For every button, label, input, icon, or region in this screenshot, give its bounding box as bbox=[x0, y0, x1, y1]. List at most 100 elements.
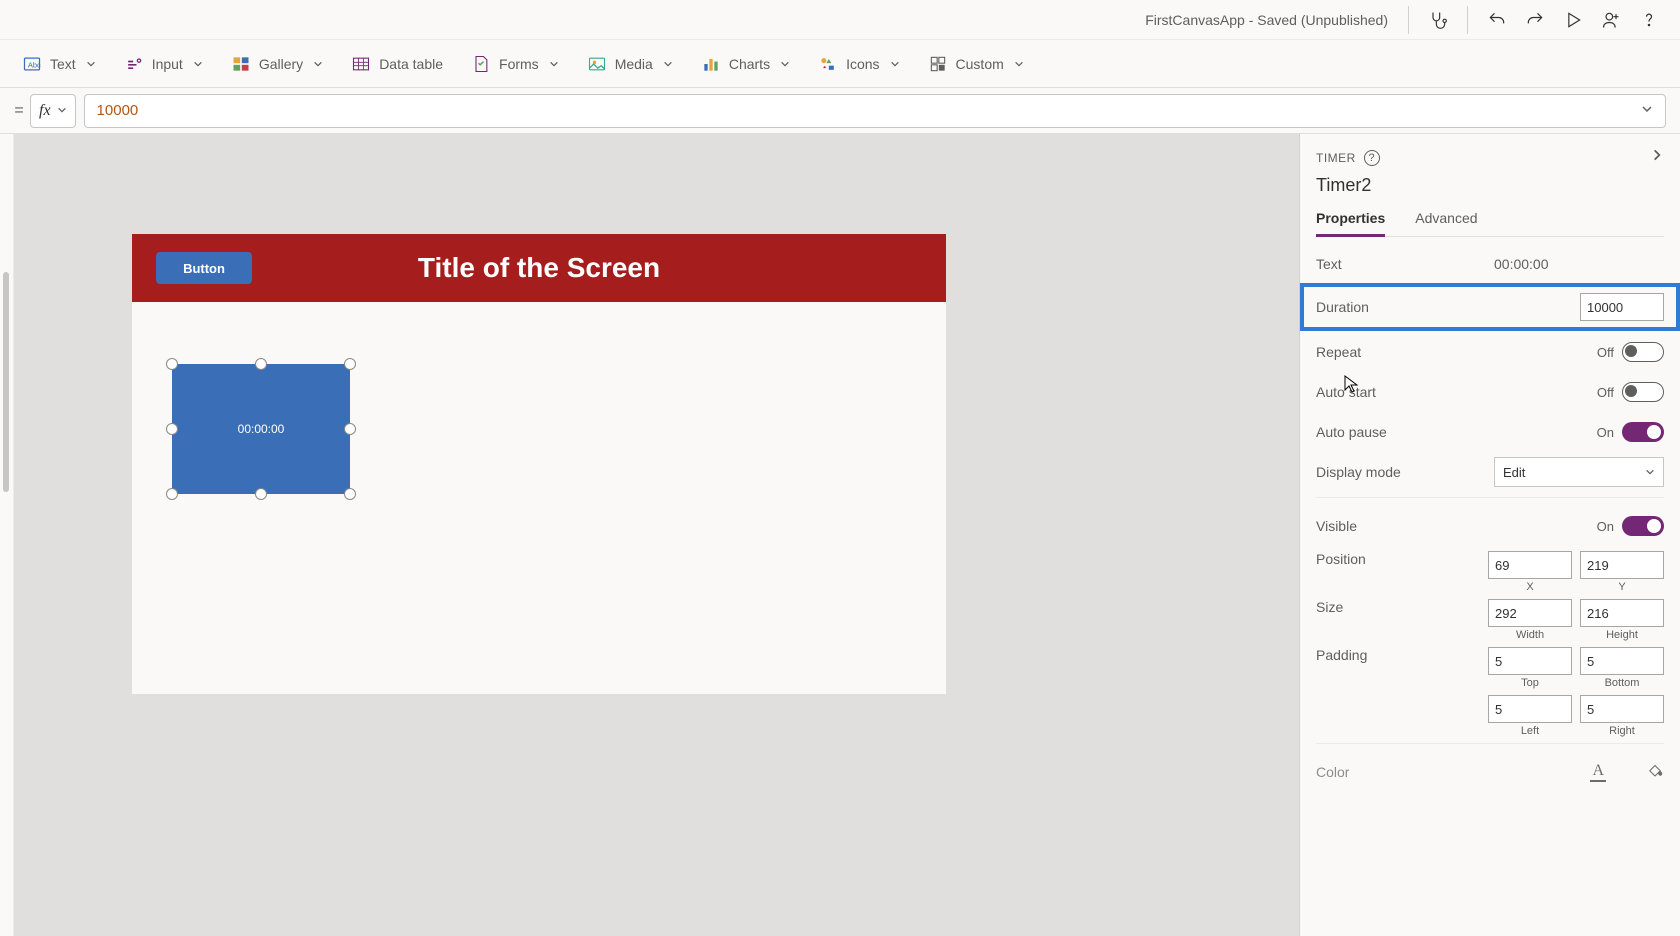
prop-visible-toggle[interactable] bbox=[1622, 516, 1664, 536]
prop-padding-label: Padding bbox=[1316, 647, 1367, 663]
chevron-down-icon[interactable] bbox=[1641, 102, 1653, 119]
ribbon-forms-label: Forms bbox=[499, 56, 539, 72]
prop-text-value[interactable]: 00:00:00 bbox=[1494, 256, 1664, 272]
chevron-down-icon bbox=[1645, 465, 1655, 480]
tab-properties[interactable]: Properties bbox=[1316, 210, 1385, 237]
resize-handle[interactable] bbox=[166, 423, 178, 435]
chevron-down-icon bbox=[193, 56, 203, 72]
timer-control-selected[interactable]: 00:00:00 bbox=[172, 364, 350, 494]
prop-size-height[interactable] bbox=[1580, 599, 1664, 627]
tab-advanced[interactable]: Advanced bbox=[1415, 210, 1477, 236]
fill-color-icon[interactable] bbox=[1646, 761, 1664, 784]
chevron-down-icon bbox=[86, 56, 96, 72]
prop-size-label: Size bbox=[1316, 599, 1343, 615]
ribbon-input[interactable]: Input bbox=[124, 54, 203, 74]
help-icon[interactable] bbox=[1632, 3, 1666, 37]
help-icon[interactable]: ? bbox=[1364, 150, 1380, 166]
canvas-button[interactable]: Button bbox=[156, 252, 252, 284]
gallery-icon bbox=[231, 54, 251, 74]
ribbon-media-label: Media bbox=[615, 56, 653, 72]
resize-handle[interactable] bbox=[255, 358, 267, 370]
formula-bar: = fx 10000 bbox=[0, 88, 1680, 134]
icons-icon bbox=[818, 54, 838, 74]
redo-icon[interactable] bbox=[1518, 3, 1552, 37]
prop-padding-top[interactable] bbox=[1488, 647, 1572, 675]
control-name: Timer2 bbox=[1316, 175, 1664, 196]
prop-padding-left[interactable] bbox=[1488, 695, 1572, 723]
prop-duration-label: Duration bbox=[1316, 299, 1369, 315]
chevron-right-icon[interactable] bbox=[1650, 148, 1664, 167]
toggle-state: On bbox=[1597, 425, 1614, 440]
chevron-down-icon bbox=[549, 56, 559, 72]
formula-input[interactable]: 10000 bbox=[84, 94, 1666, 128]
prop-visible-label: Visible bbox=[1316, 518, 1357, 534]
formula-value: 10000 bbox=[97, 102, 139, 119]
screen-canvas[interactable]: Button Title of the Screen 00:00:00 bbox=[132, 234, 946, 694]
chevron-down-icon bbox=[313, 56, 323, 72]
prop-repeat-toggle[interactable] bbox=[1622, 342, 1664, 362]
ribbon-charts-label: Charts bbox=[729, 56, 770, 72]
prop-size-width[interactable] bbox=[1488, 599, 1572, 627]
ribbon-custom[interactable]: Custom bbox=[928, 54, 1024, 74]
ribbon-text-label: Text bbox=[50, 56, 76, 72]
prop-duration-row-highlighted: Duration bbox=[1300, 283, 1680, 331]
text-icon: Abc bbox=[22, 54, 42, 74]
ribbon-datatable-label: Data table bbox=[379, 56, 443, 72]
toggle-state: Off bbox=[1597, 385, 1614, 400]
canvas-area[interactable]: Button Title of the Screen 00:00:00 bbox=[14, 134, 1300, 936]
separator bbox=[1408, 6, 1409, 34]
ribbon-custom-label: Custom bbox=[956, 56, 1004, 72]
screen-title: Title of the Screen bbox=[132, 252, 946, 284]
resize-handle[interactable] bbox=[166, 488, 178, 500]
font-color-icon[interactable]: A bbox=[1590, 762, 1606, 782]
ribbon-icons[interactable]: Icons bbox=[818, 54, 899, 74]
prop-autopause-toggle[interactable] bbox=[1622, 422, 1664, 442]
prop-position-y[interactable] bbox=[1580, 551, 1664, 579]
properties-panel: TIMER ? Timer2 Properties Advanced Text … bbox=[1300, 134, 1680, 936]
stethoscope-icon[interactable] bbox=[1421, 3, 1455, 37]
svg-text:Abc: Abc bbox=[28, 60, 41, 69]
prop-color-label: Color bbox=[1316, 764, 1349, 780]
ribbon-gallery-label: Gallery bbox=[259, 56, 303, 72]
ribbon-media[interactable]: Media bbox=[587, 54, 673, 74]
ribbon-forms[interactable]: Forms bbox=[471, 54, 559, 74]
resize-handle[interactable] bbox=[344, 423, 356, 435]
prop-displaymode-label: Display mode bbox=[1316, 464, 1401, 480]
prop-duration-input[interactable] bbox=[1580, 293, 1664, 321]
chevron-down-icon bbox=[890, 56, 900, 72]
chevron-down-icon bbox=[1014, 56, 1024, 72]
ribbon-datatable[interactable]: Data table bbox=[351, 54, 443, 74]
resize-handle[interactable] bbox=[166, 358, 178, 370]
resize-handle[interactable] bbox=[255, 488, 267, 500]
ribbon-gallery[interactable]: Gallery bbox=[231, 54, 323, 74]
scrollbar-thumb[interactable] bbox=[3, 272, 9, 492]
play-icon[interactable] bbox=[1556, 3, 1590, 37]
mouse-cursor-icon bbox=[1344, 375, 1358, 398]
ribbon-icons-label: Icons bbox=[846, 56, 879, 72]
charts-icon bbox=[701, 54, 721, 74]
chevron-down-icon bbox=[663, 56, 673, 72]
prop-autostart-toggle[interactable] bbox=[1622, 382, 1664, 402]
toggle-state: Off bbox=[1597, 345, 1614, 360]
resize-handle[interactable] bbox=[344, 488, 356, 500]
undo-icon[interactable] bbox=[1480, 3, 1514, 37]
prop-padding-bottom[interactable] bbox=[1580, 647, 1664, 675]
input-icon bbox=[124, 54, 144, 74]
prop-repeat-label: Repeat bbox=[1316, 344, 1361, 360]
timer-display: 00:00:00 bbox=[238, 422, 285, 436]
resize-handle[interactable] bbox=[344, 358, 356, 370]
ribbon-text[interactable]: Abc Text bbox=[22, 54, 96, 74]
prop-displaymode-select[interactable]: Edit bbox=[1494, 457, 1664, 487]
ribbon-charts[interactable]: Charts bbox=[701, 54, 790, 74]
prop-padding-right[interactable] bbox=[1580, 695, 1664, 723]
prop-position-label: Position bbox=[1316, 551, 1366, 567]
prop-position-x[interactable] bbox=[1488, 551, 1572, 579]
titlebar: FirstCanvasApp - Saved (Unpublished) bbox=[0, 0, 1680, 40]
main: Button Title of the Screen 00:00:00 TIME… bbox=[0, 134, 1680, 936]
ribbon-input-label: Input bbox=[152, 56, 183, 72]
share-user-icon[interactable] bbox=[1594, 3, 1628, 37]
fx-button[interactable]: fx bbox=[30, 94, 76, 128]
chevron-down-icon bbox=[57, 102, 67, 120]
equals-label: = bbox=[8, 102, 30, 120]
ribbon: Abc Text Input Gallery Data table Forms … bbox=[0, 40, 1680, 88]
